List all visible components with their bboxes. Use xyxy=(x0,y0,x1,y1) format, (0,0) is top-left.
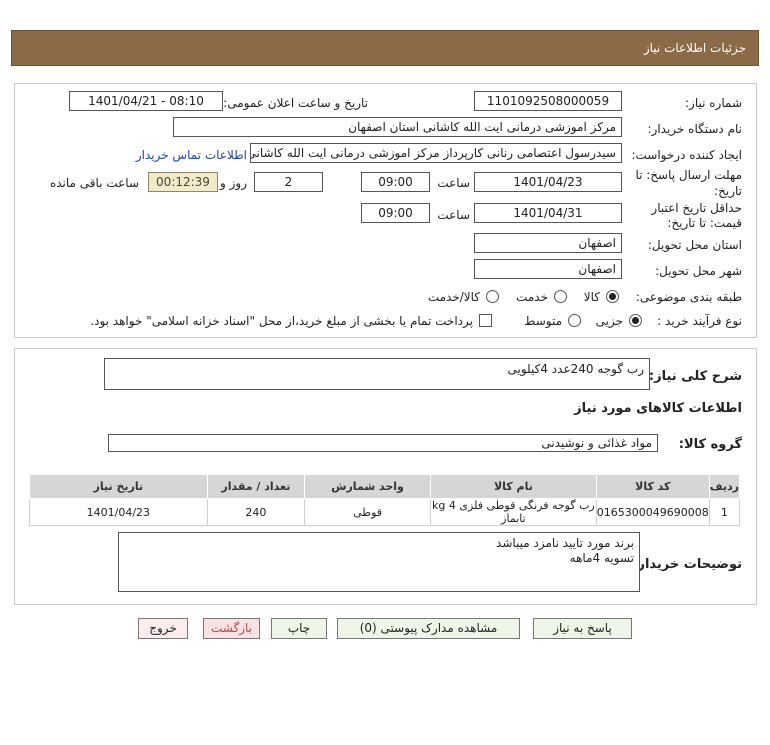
need-number-field: 1101092508000059 xyxy=(474,91,622,111)
buyer-notes-line: برند مورد تایید نامزد میباشد xyxy=(496,536,634,550)
cell-qty: 240 xyxy=(206,498,306,526)
print-button[interactable]: چاپ xyxy=(271,618,327,639)
col-unit: واحد شمارش xyxy=(304,474,432,499)
remaining-days-label: روز و xyxy=(220,176,247,190)
reply-button[interactable]: پاسخ به نیاز xyxy=(533,618,632,639)
buyer-contact-link[interactable]: اطلاعات تماس خریدار xyxy=(136,148,247,162)
view-docs-button[interactable]: مشاهده مدارک پیوستی (0) xyxy=(337,618,520,639)
purchase-minor-radio[interactable] xyxy=(629,314,642,327)
requester-field: سیدرسول اعتصامی رنانی کارپرداز مرکز اموز… xyxy=(250,143,622,163)
city-label: شهر محل تحویل: xyxy=(655,264,742,278)
validity-label-2: قیمت: تا تاریخ: xyxy=(667,216,742,230)
remaining-time-field: 00:12:39 xyxy=(148,172,218,192)
deadline-time-label: ساعت xyxy=(437,176,470,190)
buyer-org-label: نام دستگاه خریدار: xyxy=(647,122,743,136)
category-goods-label: کالا xyxy=(583,290,600,304)
province-field: اصفهان xyxy=(474,233,622,253)
cell-row: 1 xyxy=(708,498,741,526)
category-label: طبقه بندی موضوعی: xyxy=(635,290,742,304)
validity-time-field: 09:00 xyxy=(361,203,430,223)
back-button[interactable]: بازگشت xyxy=(203,618,260,639)
validity-time-label: ساعت xyxy=(437,208,470,222)
validity-date-field: 1401/04/31 xyxy=(474,203,622,223)
buyer-org-field: مرکز اموزشی درمانی ایت الله کاشانی استان… xyxy=(173,117,622,137)
remaining-time-label: ساعت باقی مانده xyxy=(49,176,139,190)
purchase-minor-label: جزیی xyxy=(595,314,623,328)
category-goods-radio[interactable] xyxy=(606,290,619,303)
col-code: کد کالا xyxy=(595,474,710,499)
category-service-radio[interactable] xyxy=(554,290,567,303)
goods-table: ردیف کد کالا نام کالا واحد شمارش تعداد /… xyxy=(29,474,741,526)
category-service-label: خدمت xyxy=(516,290,548,304)
deadline-time-field: 09:00 xyxy=(361,172,430,192)
cell-code: 0165300049690008 xyxy=(595,498,710,526)
col-date: تاریخ نیاز xyxy=(29,474,208,499)
buyer-notes-line: تسویه 4ماهه xyxy=(569,551,634,565)
deadline-label: مهلت ارسال پاسخ: تا xyxy=(635,168,742,182)
deadline-label-2: تاریخ: xyxy=(714,184,742,198)
cell-date: 1401/04/23 xyxy=(29,498,208,526)
remaining-days-field: 2 xyxy=(254,172,323,192)
col-qty: تعداد / مقدار xyxy=(206,474,306,499)
purchase-medium-label: متوسط xyxy=(524,314,562,328)
exit-button[interactable]: خروج xyxy=(138,618,188,639)
category-both-radio[interactable] xyxy=(486,290,499,303)
announce-field: 1401/04/21 - 08:10 xyxy=(69,91,223,111)
table-row: 1 0165300049690008 رب گوجه فرنگی قوطی فل… xyxy=(29,498,741,526)
table-header-row: ردیف کد کالا نام کالا واحد شمارش تعداد /… xyxy=(29,474,741,499)
province-label: استان محل تحویل: xyxy=(647,238,742,252)
col-name: نام کالا xyxy=(430,474,597,499)
page-title: جزئیات اطلاعات نیاز xyxy=(643,41,746,55)
need-desc-text: رب گوجه 240عدد 4کیلویی xyxy=(507,362,644,376)
cell-name: رب گوجه فرنگی قوطی فلزی 4 kg تابماز xyxy=(430,498,597,526)
treasury-payment-checkbox[interactable] xyxy=(479,314,492,327)
validity-label: حداقل تاریخ اعتبار xyxy=(651,201,742,215)
goods-table-wrap: ردیف کد کالا نام کالا واحد شمارش تعداد /… xyxy=(29,474,741,526)
cell-unit: قوطی xyxy=(304,498,432,526)
city-field: اصفهان xyxy=(474,259,622,279)
requester-label: ایجاد کننده درخواست: xyxy=(631,148,742,162)
category-both-label: کالا/خدمت xyxy=(427,290,480,304)
need-desc-field: رب گوجه 240عدد 4کیلویی xyxy=(104,358,650,390)
need-number-label: شماره نیاز: xyxy=(685,96,742,110)
page-header: جزئیات اطلاعات نیاز xyxy=(11,30,759,66)
goods-info-title: اطلاعات کالاهای مورد نیاز xyxy=(574,401,742,416)
treasury-payment-label: پرداخت تمام یا بخشی از مبلغ خرید،از محل … xyxy=(90,314,473,328)
deadline-date-field: 1401/04/23 xyxy=(474,172,622,192)
announce-label: تاریخ و ساعت اعلان عمومی: xyxy=(223,96,368,110)
need-desc-label: شرح کلی نیاز: xyxy=(648,369,742,384)
col-row: ردیف xyxy=(708,474,741,499)
buyer-notes-label: توضیحات خریدار: xyxy=(632,557,742,572)
purchase-type-label: نوع فرآیند خرید : xyxy=(657,314,742,328)
goods-group-field: مواد غذائی و نوشیدنی xyxy=(108,434,658,452)
goods-group-label: گروه کالا: xyxy=(678,437,742,452)
purchase-medium-radio[interactable] xyxy=(568,314,581,327)
buyer-notes-field: برند مورد تایید نامزد میباشد تسویه 4ماهه xyxy=(118,532,640,592)
